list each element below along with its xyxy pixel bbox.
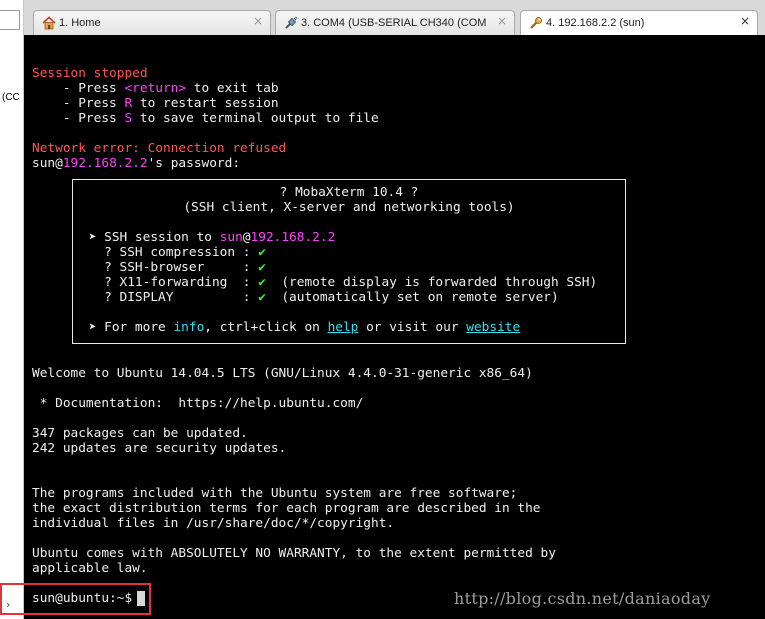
mobaxterm-info-box: ? MobaXterm 10.4 ? (SSH client, X-server… bbox=[72, 179, 626, 344]
tab-ssh-label: 4. 192.168.2.2 (sun) bbox=[546, 17, 645, 29]
serial-plug-icon bbox=[285, 16, 298, 29]
tab-ssh-close-icon[interactable]: × bbox=[740, 14, 750, 28]
box-subtitle: (SSH client, X-server and networking too… bbox=[183, 200, 515, 215]
hint-exit-line: - Press <return> to exit tab bbox=[32, 81, 279, 96]
home-icon bbox=[42, 16, 56, 30]
welcome-line: Welcome to Ubuntu 14.04.5 LTS (GNU/Linux… bbox=[32, 366, 533, 381]
check-icon: ✔ bbox=[258, 260, 266, 275]
x11-forwarding-row: ? X11-forwarding : ✔ (remote display is … bbox=[81, 275, 598, 290]
ssh-browser-row: ? SSH-browser : ✔ bbox=[81, 260, 266, 275]
check-icon: ✔ bbox=[258, 245, 266, 260]
ssh-compression-row: ? SSH compression : ✔ bbox=[81, 245, 266, 260]
annotation-highlight-box bbox=[0, 583, 151, 615]
warranty-line-2: applicable law. bbox=[32, 561, 148, 576]
tab-com4-close-icon[interactable]: × bbox=[497, 14, 507, 28]
display-row: ? DISPLAY : ✔ (automatically set on remo… bbox=[81, 290, 559, 305]
website-link[interactable]: website bbox=[466, 320, 520, 335]
hint-save-line: - Press S to save terminal output to fil… bbox=[32, 111, 379, 126]
password-prompt-line: sun@192.168.2.2's password: bbox=[32, 156, 241, 171]
tab-bar: 1. Home × 3. COM4 (USB-SERIAL CH340 (COM… bbox=[24, 0, 765, 36]
sidebar-clipped-label: (CC bbox=[2, 92, 20, 103]
sidebar-search-input[interactable] bbox=[0, 10, 20, 30]
tab-home[interactable]: 1. Home × bbox=[33, 10, 271, 35]
help-link[interactable]: help bbox=[328, 320, 359, 335]
hint-restart-line: - Press R to restart session bbox=[32, 96, 279, 111]
ssh-wrench-icon bbox=[530, 17, 542, 29]
tab-home-close-icon[interactable]: × bbox=[253, 14, 263, 28]
box-title: ? MobaXterm 10.4 ? bbox=[279, 185, 419, 200]
check-icon: ✔ bbox=[258, 275, 266, 290]
more-info-line: ➤ For more info, ctrl+click on help or v… bbox=[81, 320, 521, 335]
tab-home-label: 1. Home bbox=[59, 17, 101, 29]
tab-com4[interactable]: 3. COM4 (USB-SERIAL CH340 (COM × bbox=[275, 10, 515, 35]
ssh-session-line: ➤ SSH session to sun@192.168.2.2 bbox=[81, 230, 336, 245]
warranty-line-1: Ubuntu comes with ABSOLUTELY NO WARRANTY… bbox=[32, 546, 556, 561]
programs-line-2: the exact distribution terms for each pr… bbox=[32, 501, 541, 516]
documentation-line: * Documentation: https://help.ubuntu.com… bbox=[32, 396, 364, 411]
packages-line: 347 packages can be updated. bbox=[32, 426, 248, 441]
info-link[interactable]: info bbox=[173, 320, 204, 335]
programs-line-3: individual files in /usr/share/doc/*/cop… bbox=[32, 516, 395, 531]
tab-ssh-session[interactable]: 4. 192.168.2.2 (sun) × bbox=[520, 10, 758, 36]
tab-com4-label: 3. COM4 (USB-SERIAL CH340 (COM bbox=[301, 17, 486, 29]
left-sidebar: (CC › bbox=[0, 0, 24, 619]
session-stopped-text: Session stopped bbox=[32, 66, 148, 81]
watermark-text: http://blog.csdn.net/daniaoday bbox=[454, 589, 711, 608]
network-error-text: Network error: Connection refused bbox=[32, 141, 287, 156]
programs-line-1: The programs included with the Ubuntu sy… bbox=[32, 486, 518, 501]
security-updates-line: 242 updates are security updates. bbox=[32, 441, 287, 456]
terminal-output[interactable]: Session stopped - Press <return> to exit… bbox=[24, 35, 765, 619]
check-icon: ✔ bbox=[258, 290, 266, 305]
